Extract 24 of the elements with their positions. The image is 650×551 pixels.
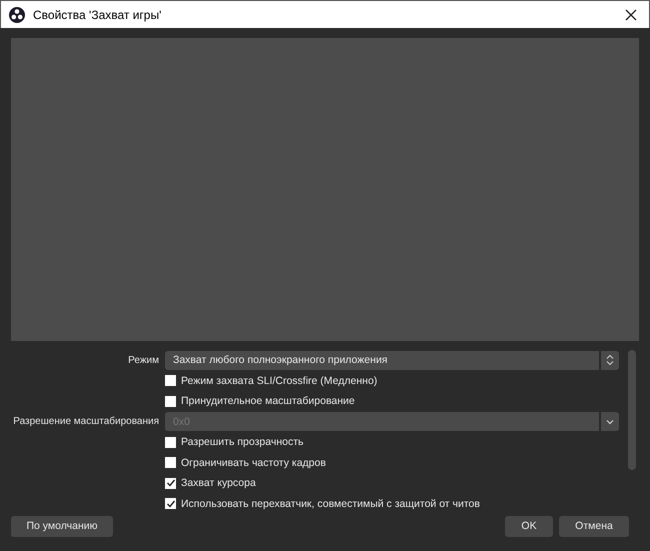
checkbox-option[interactable]: Разрешить прозрачность — [165, 436, 304, 448]
cancel-button[interactable]: Отмена — [559, 516, 629, 536]
up-down-arrows-icon — [606, 354, 614, 366]
checkbox[interactable] — [165, 498, 176, 510]
checkbox-option[interactable]: Захват курсора — [165, 477, 256, 490]
app-logo-icon — [9, 6, 25, 22]
checkbox[interactable] — [165, 396, 176, 407]
checkbox[interactable] — [165, 375, 176, 386]
checkbox[interactable] — [165, 436, 176, 448]
field-label: Разрешение масштабирования — [13, 416, 159, 428]
defaults-button[interactable]: По умолчанию — [11, 516, 113, 536]
window-title: Свойства 'Захват игры' — [33, 8, 162, 22]
checkbox[interactable] — [165, 457, 176, 468]
checkbox[interactable] — [165, 478, 176, 489]
dropdown[interactable]: Захват любого полноэкранного приложения — [165, 350, 619, 370]
ok-button[interactable]: OK — [505, 516, 553, 536]
chevron-down-icon — [606, 418, 614, 425]
checkbox-option[interactable]: Режим захвата SLI/Crossfire (Медленно) — [165, 374, 378, 387]
checkbox-option[interactable]: Ограничивать частоту кадров — [165, 456, 326, 469]
scrollbar[interactable] — [628, 350, 636, 470]
checkbox-option[interactable]: Принудительное масштабирование — [165, 395, 355, 408]
checkbox-option[interactable]: Использовать перехватчик, совместимый с защитой от читов — [165, 498, 480, 510]
field-label: Режим — [128, 354, 159, 366]
close-icon[interactable] — [625, 8, 637, 20]
